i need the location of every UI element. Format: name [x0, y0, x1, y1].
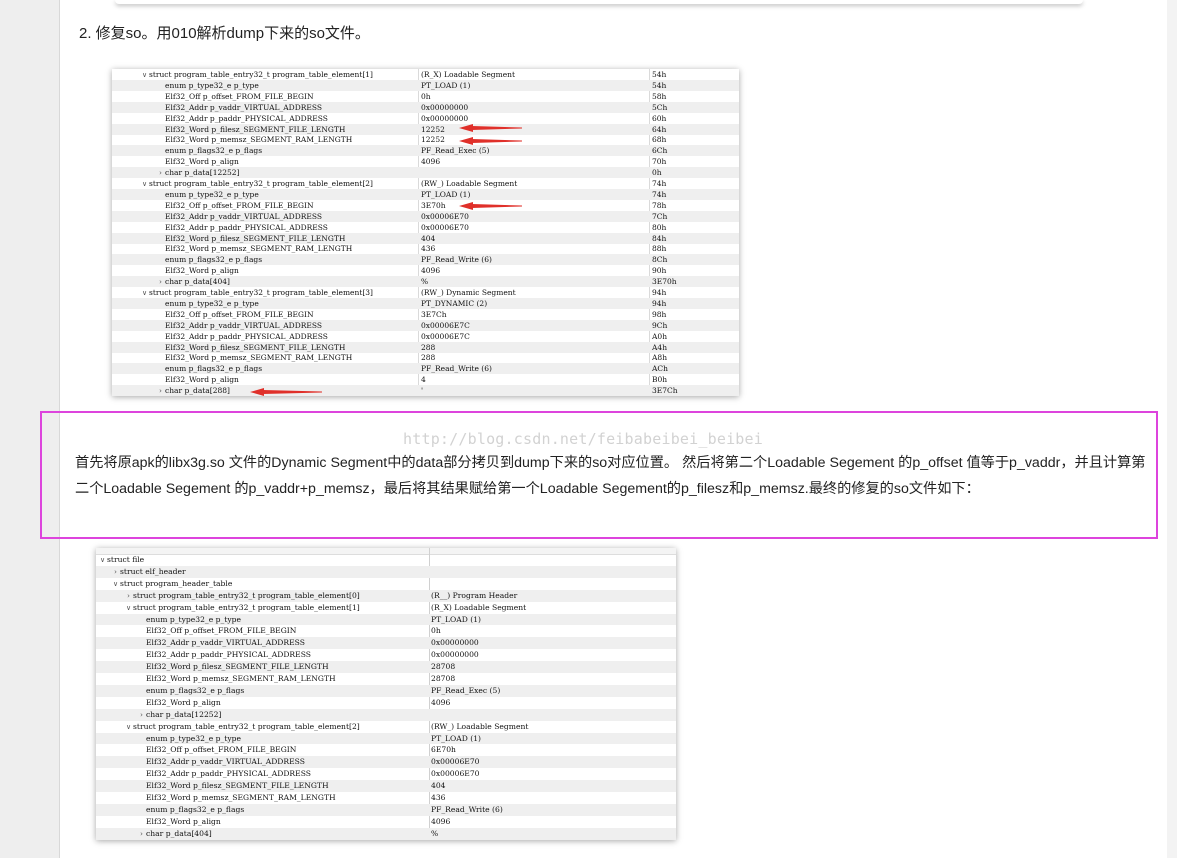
row-name: Elf32_Addr p_vaddr_VIRTUAL_ADDRESS	[137, 637, 305, 649]
row-name: enum p_type32_e p_type	[137, 614, 241, 626]
row-value: %	[431, 828, 439, 838]
red-arrow-icon	[459, 137, 522, 145]
row-value: 28708	[431, 674, 456, 683]
annotation-arrows	[250, 124, 522, 396]
row-name-text: struct program_table_entry32_t program_t…	[133, 590, 360, 600]
row-value: 6E70h	[431, 745, 456, 755]
row-name-text: Elf32_Word p_align	[146, 697, 221, 707]
row-name-text: struct file	[107, 555, 145, 564]
row-name-text: enum p_type32_e p_type	[146, 733, 241, 743]
row-value: PF_Read_Exec (5)	[431, 685, 501, 695]
template-row[interactable]: Elf32_Off p_offset_FROM_FILE_BEGIN 6E70h	[96, 744, 676, 756]
row-name: Elf32_Word p_align	[137, 697, 221, 709]
template-row[interactable]: Elf32_Word p_filesz_SEGMENT_FILE_LENGTH 4…	[96, 780, 676, 792]
row-name-text: Elf32_Addr p_paddr_PHYSICAL_ADDRESS	[146, 650, 311, 660]
row-name: Elf32_Addr p_paddr_PHYSICAL_ADDRESS	[137, 649, 311, 661]
row-value: 0x00006E70	[431, 757, 480, 767]
template-row[interactable]: enum p_type32_e p_type PT_LOAD (1)	[96, 732, 676, 745]
row-name: Elf32_Word p_memsz_SEGMENT_RAM_LENGTH	[137, 792, 336, 804]
row-value: 0x00006E70	[431, 769, 480, 779]
row-value: 404	[431, 781, 446, 791]
row-name: enum p_flags32_e p_flags	[137, 804, 244, 816]
row-name-text: Elf32_Addr p_paddr_PHYSICAL_ADDRESS	[146, 769, 311, 779]
row-name-text: enum p_flags32_e p_flags	[146, 685, 245, 695]
template-row[interactable]: ∨ struct file	[96, 554, 676, 566]
row-value: 4096	[431, 816, 451, 826]
template-row[interactable]: Elf32_Addr p_paddr_PHYSICAL_ADDRESS 0x000…	[96, 649, 676, 661]
row-name: Elf32_Word p_filesz_SEGMENT_FILE_LENGTH	[137, 780, 329, 792]
row-value: 4096	[431, 697, 451, 707]
red-arrow-icon	[459, 124, 522, 132]
explanation-paragraph: 首先将原apk的libx3g.so 文件的Dynamic Segment中的da…	[75, 455, 1146, 497]
template-row[interactable]: Elf32_Word p_align 4096	[96, 697, 676, 709]
row-name-text: struct program_table_entry32_t program_t…	[133, 721, 360, 731]
template-row[interactable]: ∨ struct program_header_table	[96, 578, 676, 590]
template-results-screenshot-after: ∨ struct file › struct elf_header ∨ struct pr…	[96, 548, 676, 840]
row-name-text: struct program_table_entry32_t program_t…	[133, 602, 360, 612]
step-heading: 2. 修复so。用010解析dump下来的so文件。	[79, 25, 370, 42]
template-row[interactable]: Elf32_Addr p_vaddr_VIRTUAL_ADDRESS 0x0000…	[96, 756, 676, 769]
row-value: 0x00000000	[431, 650, 479, 660]
template-row[interactable]: enum p_flags32_e p_flags PF_Read_Exec (5)	[96, 684, 676, 697]
row-name-text: struct program_header_table	[120, 578, 233, 588]
row-value: (R__) Program Header	[431, 590, 518, 600]
row-value: (RW_) Loadable Segment	[431, 721, 529, 731]
row-name: Elf32_Word p_filesz_SEGMENT_FILE_LENGTH	[137, 661, 329, 673]
row-value: (R_X) Loadable Segment	[431, 602, 527, 612]
row-name-text: Elf32_Word p_filesz_SEGMENT_FILE_LENGTH	[146, 781, 329, 791]
row-name-text: Elf32_Word p_memsz_SEGMENT_RAM_LENGTH	[146, 674, 336, 683]
row-name: Elf32_Word p_memsz_SEGMENT_RAM_LENGTH	[137, 673, 336, 685]
row-name: Elf32_Off p_offset_FROM_FILE_BEGIN	[137, 625, 296, 637]
row-name: Elf32_Word p_align	[137, 816, 221, 828]
row-name: Elf32_Addr p_paddr_PHYSICAL_ADDRESS	[137, 768, 311, 780]
template-row[interactable]: › struct program_table_entry32_t program_…	[96, 589, 676, 602]
red-arrow-icon	[250, 388, 322, 396]
row-value: 28708	[431, 662, 456, 672]
row-name-text: Elf32_Off p_offset_FROM_FILE_BEGIN	[146, 626, 297, 636]
row-name: Elf32_Off p_offset_FROM_FILE_BEGIN	[137, 744, 296, 756]
row-name-text: Elf32_Off p_offset_FROM_FILE_BEGIN	[146, 745, 297, 755]
template-row[interactable]: ∨ struct program_table_entry32_t program_…	[96, 721, 676, 733]
row-name-text: enum p_flags32_e p_flags	[146, 804, 245, 814]
template-row[interactable]: Elf32_Word p_filesz_SEGMENT_FILE_LENGTH 2…	[96, 661, 676, 673]
row-value: 0x00000000	[431, 638, 479, 648]
template-row[interactable]: ∨ struct program_table_entry32_t program_…	[96, 602, 676, 614]
watermark: http://blog.csdn.net/feibabeibei_beibei	[403, 430, 763, 448]
template-results-screenshot-before: ∨ struct program_table_entry32_t program_…	[112, 69, 739, 396]
template-row[interactable]: Elf32_Word p_align 4096	[96, 816, 676, 828]
row-name-text: Elf32_Addr p_vaddr_VIRTUAL_ADDRESS	[146, 638, 305, 648]
row-name: Elf32_Addr p_vaddr_VIRTUAL_ADDRESS	[137, 756, 305, 768]
row-value: PF_Read_Write (6)	[431, 804, 503, 814]
page-gutter	[1167, 0, 1177, 858]
template-row[interactable]: Elf32_Word p_memsz_SEGMENT_RAM_LENGTH 436	[96, 792, 676, 804]
row-value: 436	[431, 793, 446, 802]
row-value: PT_LOAD (1)	[431, 733, 481, 743]
row-name-text: char p_data[12252]	[146, 709, 222, 719]
template-row[interactable]: enum p_flags32_e p_flags PF_Read_Write (6…	[96, 803, 676, 816]
row-name-text: char p_data[404]	[146, 828, 212, 838]
expand-chevron-icon[interactable]: ›	[137, 829, 146, 840]
row-value: PT_LOAD (1)	[431, 614, 481, 624]
row-name-text: struct elf_header	[120, 566, 186, 576]
template-row[interactable]: › char p_data[12252]	[96, 708, 676, 721]
template-row[interactable]: Elf32_Off p_offset_FROM_FILE_BEGIN 0h	[96, 625, 676, 637]
row-name-text: Elf32_Word p_filesz_SEGMENT_FILE_LENGTH	[146, 662, 329, 672]
previous-image-edge	[115, 0, 1083, 4]
template-row[interactable]: enum p_type32_e p_type PT_LOAD (1)	[96, 613, 676, 626]
template-row[interactable]: Elf32_Word p_memsz_SEGMENT_RAM_LENGTH 287…	[96, 673, 676, 685]
row-name-text: Elf32_Addr p_vaddr_VIRTUAL_ADDRESS	[146, 757, 305, 767]
template-row[interactable]: › struct elf_header	[96, 565, 676, 578]
template-row[interactable]: Elf32_Addr p_vaddr_VIRTUAL_ADDRESS 0x0000…	[96, 637, 676, 650]
row-name-text: Elf32_Word p_align	[146, 816, 221, 826]
row-name-text: Elf32_Word p_memsz_SEGMENT_RAM_LENGTH	[146, 793, 336, 802]
red-arrow-icon	[459, 202, 522, 210]
row-name: enum p_flags32_e p_flags	[137, 685, 244, 697]
row-name: enum p_type32_e p_type	[137, 733, 241, 745]
template-row[interactable]: › char p_data[404]%	[96, 827, 676, 840]
row-name: › char p_data[404]	[137, 828, 212, 840]
row-name-text: enum p_type32_e p_type	[146, 614, 241, 624]
row-value: 0h	[431, 626, 441, 636]
template-row[interactable]: Elf32_Addr p_paddr_PHYSICAL_ADDRESS 0x000…	[96, 768, 676, 780]
